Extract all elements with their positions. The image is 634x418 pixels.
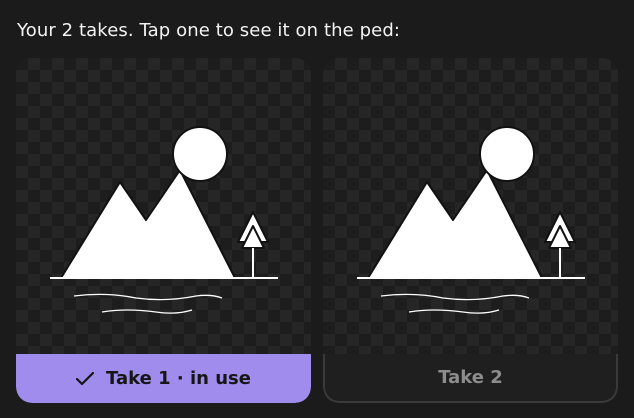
take-1-select-button[interactable]: Take 1 · in use [16, 354, 311, 403]
mountain-landscape-icon [357, 126, 585, 314]
mountain-landscape-icon [50, 126, 278, 314]
check-icon [76, 371, 95, 386]
take-2-select-button[interactable]: Take 2 [323, 354, 618, 403]
take-2-card[interactable]: Take 2 [323, 58, 618, 403]
take-2-thumbnail[interactable] [323, 58, 618, 354]
take-1-thumbnail[interactable] [16, 58, 311, 354]
take-1-label: Take 1 · in use [106, 368, 251, 389]
instruction-text: Your 2 takes. Tap one to see it on the p… [17, 20, 401, 41]
take-1-card[interactable]: Take 1 · in use [16, 58, 311, 403]
take-2-label: Take 2 [438, 367, 503, 388]
